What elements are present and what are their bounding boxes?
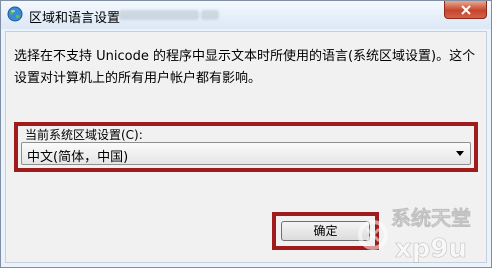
select-highlight-box: 当前系统区域设置(C): 中文(简体，中国) [14,122,478,172]
system-locale-select[interactable]: 中文(简体，中国) [21,142,471,165]
window-title: 区域和语言设置 [29,11,121,26]
blurred-background-text-2 [201,10,219,20]
svg-text:xp9u: xp9u [395,234,467,263]
close-icon [460,4,471,15]
system-locale-value: 中文(简体，中国) [27,150,129,165]
chevron-down-icon [456,151,464,156]
site-watermark-logo: 系统天堂 xp9u [358,206,471,263]
blurred-background-text [119,10,199,20]
dialog-description: 选择在不支持 Unicode 的程序中显示文本时所使用的语言(系统区域设置)。这… [14,49,476,86]
title-bar[interactable]: 区域和语言设置 [1,1,491,29]
svg-text:系统天堂: 系统天堂 [391,206,471,230]
globe-icon [7,6,23,22]
region-language-dialog: 区域和语言设置 选择在不支持 Unicode 的程序中显示文本时所使用的语言(系… [0,0,492,268]
system-locale-label: 当前系统区域设置(C): [25,128,143,142]
close-button[interactable] [444,1,487,19]
